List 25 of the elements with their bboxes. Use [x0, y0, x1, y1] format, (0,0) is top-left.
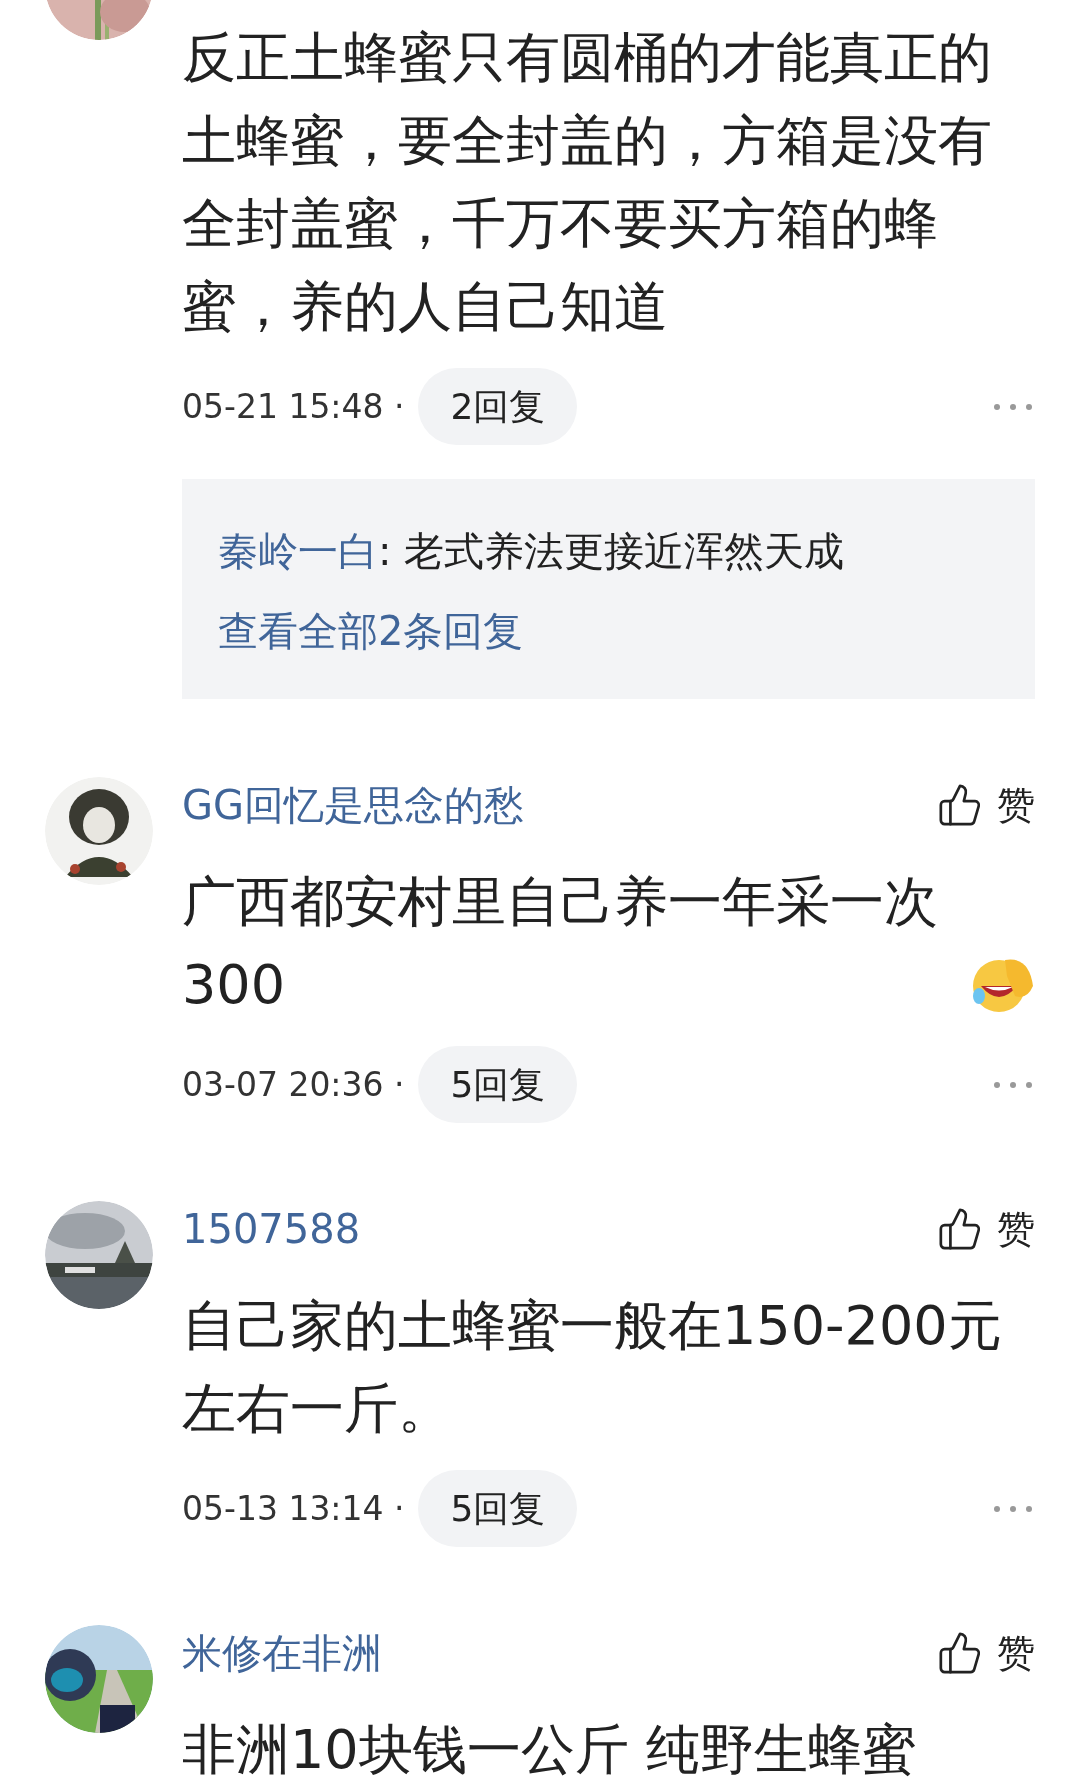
view-all-replies-link[interactable]: 查看全部2条回复 [218, 608, 524, 654]
comment-text: 广西都安村里自己养一年采一次300 [182, 869, 939, 1018]
thumbs-up-icon [937, 782, 983, 828]
comment-text: 反正土蜂蜜只有圆桶的才能真正的土蜂蜜，要全封盖的，方箱是没有全封盖蜜，千万不要买方箱的蜂蜜，养的人自己知道 [182, 25, 993, 340]
comment-time: 05-21 15:48 · [182, 385, 405, 428]
comment-text: 非洲10块钱一公斤 纯野生蜂蜜 [182, 1717, 916, 1783]
replies-button[interactable]: 5回复 [418, 1046, 578, 1123]
comment-text: 自己家的土蜂蜜一般在150-200元左右一斤。 [182, 1293, 1003, 1442]
more-icon[interactable] [993, 1080, 1033, 1089]
reply-text: : 老式养法更接近浑然天成 [378, 527, 845, 576]
more-icon[interactable] [993, 402, 1033, 411]
thumbs-up-icon [937, 1206, 983, 1252]
user-name[interactable]: 1507588 [182, 1199, 361, 1259]
like-button[interactable]: 赞 [937, 776, 1035, 834]
like-button[interactable]: 赞 [937, 1200, 1035, 1258]
thumbs-up-icon [937, 1630, 983, 1676]
comment-time: 03-07 20:36 · [182, 1063, 405, 1106]
replies-button[interactable]: 2回复 [418, 368, 578, 445]
reply-author[interactable]: 秦岭一白 [218, 511, 378, 591]
more-icon[interactable] [993, 1504, 1033, 1513]
user-name[interactable]: GG回忆是思念的愁 [182, 775, 524, 835]
comment-time: 05-13 13:14 · [182, 1487, 405, 1530]
like-button[interactable]: 赞 [937, 1624, 1035, 1682]
replies-button[interactable]: 5回复 [418, 1470, 578, 1547]
user-name[interactable]: 米修在非洲 [182, 1623, 382, 1683]
